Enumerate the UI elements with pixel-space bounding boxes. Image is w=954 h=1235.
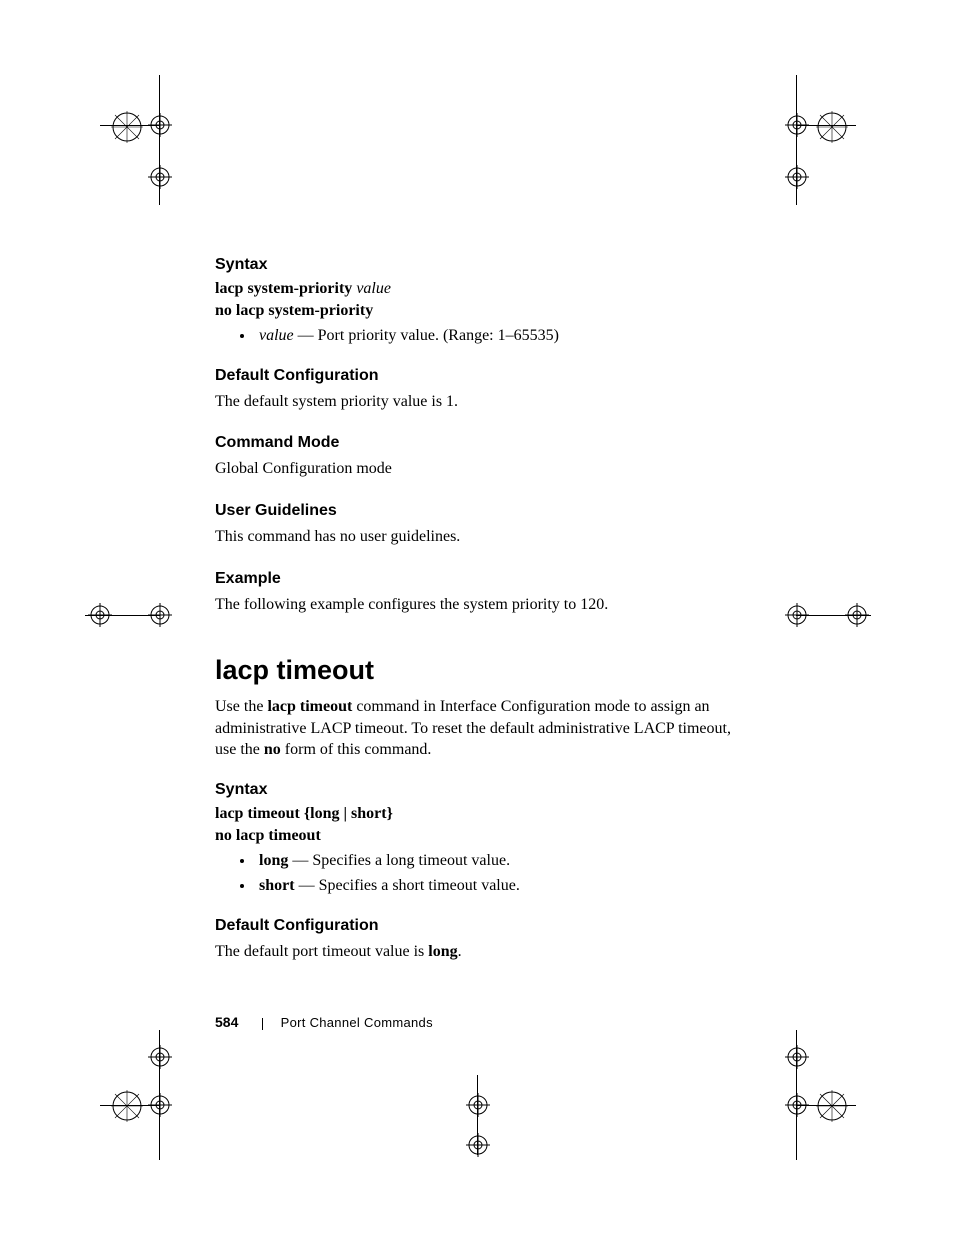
registration-mark-icon	[815, 110, 849, 144]
section-syntax-2: Syntax lacp timeout {long | short} no la…	[215, 781, 745, 899]
crosshair-icon	[785, 603, 809, 627]
crosshair-icon	[466, 1133, 490, 1157]
body-text: Global Configuration mode	[215, 458, 745, 480]
heading-default-config: Default Configuration	[215, 367, 745, 385]
bullet-keyword: short	[259, 877, 295, 894]
list-item: value — Port priority value. (Range: 1–6…	[255, 324, 745, 349]
registration-mark-icon	[815, 1089, 849, 1123]
list-item: long — Specifies a long timeout value.	[255, 849, 745, 874]
crosshair-icon	[845, 603, 869, 627]
syntax-bullets: long — Specifies a long timeout value. s…	[215, 849, 745, 899]
section-user-guidelines: User Guidelines This command has no user…	[215, 502, 745, 548]
crosshair-icon	[148, 1045, 172, 1069]
syntax-bullets: value — Port priority value. (Range: 1–6…	[215, 324, 745, 349]
section-command-mode: Command Mode Global Configuration mode	[215, 434, 745, 480]
body-text: The default system priority value is 1.	[215, 391, 745, 413]
page-footer: 584 Port Channel Commands	[215, 1014, 433, 1030]
heading-example: Example	[215, 570, 745, 588]
crosshair-icon	[148, 165, 172, 189]
section-default-config-2: Default Configuration The default port t…	[215, 917, 745, 963]
heading-default-config: Default Configuration	[215, 917, 745, 935]
syntax-line-1: lacp timeout {long | short}	[215, 805, 745, 823]
syntax-line-2: no lacp timeout	[215, 827, 745, 845]
bullet-keyword: long	[259, 852, 288, 869]
body-text: The following example configures the sys…	[215, 594, 745, 616]
syntax-arg: value	[356, 280, 391, 297]
syntax-cmd: lacp system-priority	[215, 280, 352, 297]
intro-cmd: lacp timeout	[267, 698, 352, 715]
crosshair-icon	[466, 1093, 490, 1117]
bullet-text: — Specifies a long timeout value.	[288, 852, 510, 869]
intro-text: Use the	[215, 698, 267, 715]
footer-separator	[262, 1018, 263, 1030]
crosshair-icon	[785, 113, 809, 137]
text: The default port timeout value is	[215, 943, 428, 960]
syntax-line-1: lacp system-priority value	[215, 280, 745, 298]
crosshair-icon	[148, 113, 172, 137]
heading-user-guidelines: User Guidelines	[215, 502, 745, 520]
registration-mark-icon	[110, 110, 144, 144]
registration-mark-icon	[110, 1089, 144, 1123]
syntax-no-cmd: no lacp system-priority	[215, 302, 373, 319]
syntax-line-2: no lacp system-priority	[215, 302, 745, 320]
body-text: The default port timeout value is long.	[215, 941, 745, 963]
heading-syntax: Syntax	[215, 781, 745, 799]
heading-command-mode: Command Mode	[215, 434, 745, 452]
text-bold: long	[428, 943, 457, 960]
page-content: Syntax lacp system-priority value no lac…	[215, 256, 745, 984]
list-item: short — Specifies a short timeout value.	[255, 874, 745, 899]
section-example: Example The following example configures…	[215, 570, 745, 616]
bullet-arg: value	[259, 327, 294, 344]
crosshair-icon	[148, 603, 172, 627]
heading-syntax: Syntax	[215, 256, 745, 274]
crosshair-icon	[148, 1093, 172, 1117]
command-title: lacp timeout	[215, 655, 745, 686]
intro-text: form of this command.	[281, 741, 432, 758]
body-text: This command has no user guidelines.	[215, 526, 745, 548]
crosshair-icon	[785, 1045, 809, 1069]
command-intro: Use the lacp timeout command in Interfac…	[215, 696, 745, 761]
chapter-name: Port Channel Commands	[281, 1015, 433, 1030]
crosshair-icon	[785, 165, 809, 189]
text: .	[458, 943, 462, 960]
bullet-text: — Specifies a short timeout value.	[295, 877, 520, 894]
crosshair-icon	[88, 603, 112, 627]
bullet-text: — Port priority value. (Range: 1–65535)	[294, 327, 559, 344]
intro-no: no	[264, 741, 281, 758]
section-syntax-1: Syntax lacp system-priority value no lac…	[215, 256, 745, 349]
crosshair-icon	[785, 1093, 809, 1117]
section-default-config-1: Default Configuration The default system…	[215, 367, 745, 413]
page-number: 584	[215, 1014, 238, 1030]
